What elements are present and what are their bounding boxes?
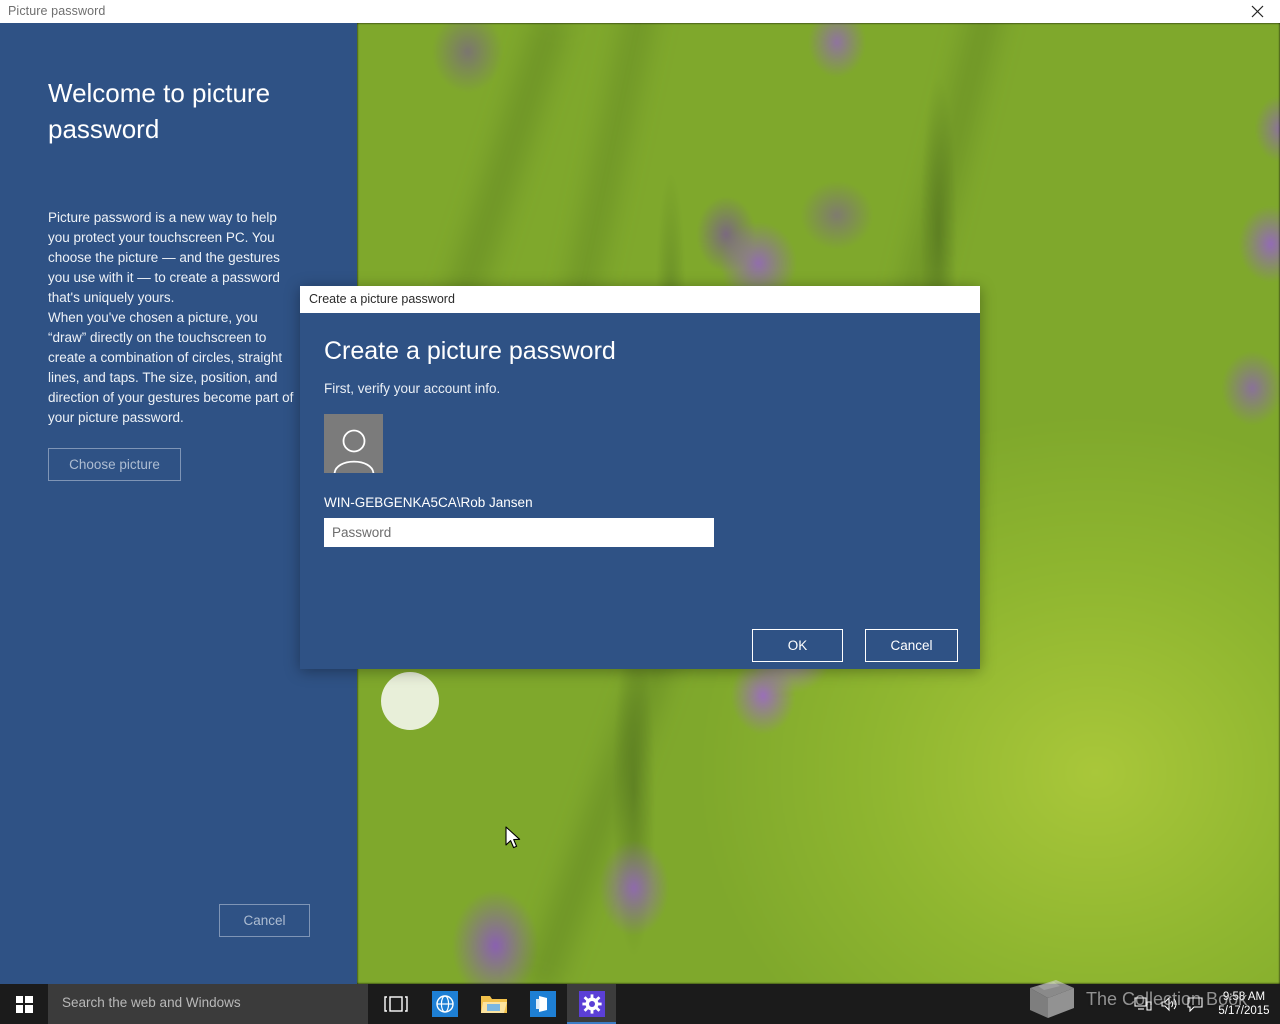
file-explorer-icon[interactable]	[469, 984, 518, 1024]
user-avatar-icon	[324, 414, 383, 473]
dialog-titlebar-title: Create a picture password	[309, 292, 455, 306]
dialog-titlebar: Create a picture password	[300, 286, 980, 313]
dialog-subtitle: First, verify your account info.	[324, 381, 501, 396]
taskbar: Search the web and Windows 9:58 AM 5/17/…	[0, 984, 1280, 1024]
clock-time: 9:58 AM	[1222, 991, 1266, 1003]
dialog-heading: Create a picture password	[324, 337, 616, 365]
password-input[interactable]	[324, 518, 714, 547]
ok-button[interactable]: OK	[752, 629, 843, 662]
choose-picture-button[interactable]: Choose picture	[48, 448, 181, 481]
edge-browser-icon[interactable]	[420, 984, 469, 1024]
close-icon[interactable]	[1234, 0, 1280, 23]
taskbar-clock[interactable]: 9:58 AM 5/17/2015	[1208, 990, 1280, 1018]
volume-icon[interactable]	[1156, 984, 1182, 1024]
page-title: Welcome to picture password	[48, 78, 271, 144]
search-placeholder: Search the web and Windows	[62, 995, 241, 1010]
settings-gear-icon[interactable]	[567, 984, 616, 1024]
window-titlebar: Picture password	[0, 0, 1280, 23]
intro-paragraph-1: Picture password is a new way to help yo…	[48, 210, 280, 305]
account-name: WIN-GEBGENKA5CA\Rob Jansen	[324, 495, 533, 510]
clock-date: 5/17/2015	[1218, 1005, 1270, 1017]
intro-paragraph-2: When you've chosen a picture, you “draw”…	[48, 310, 294, 425]
windows-start-icon[interactable]	[0, 984, 48, 1024]
store-icon[interactable]	[518, 984, 567, 1024]
task-view-icon[interactable]	[371, 984, 420, 1024]
search-input[interactable]: Search the web and Windows	[48, 984, 368, 1024]
create-picture-password-dialog: Create a picture password Create a pictu…	[300, 286, 980, 669]
gesture-touch-indicator	[381, 672, 439, 730]
screen: Welcome to picture password Picture pass…	[0, 0, 1280, 1024]
action-center-icon[interactable]	[1182, 984, 1208, 1024]
dialog-cancel-button[interactable]: Cancel	[865, 629, 958, 662]
window-title: Picture password	[8, 4, 106, 18]
system-tray: 9:58 AM 5/17/2015	[1130, 984, 1280, 1024]
dialog-body: Create a picture password First, verify …	[300, 313, 980, 669]
network-icon[interactable]	[1130, 984, 1156, 1024]
panel-cancel-button[interactable]: Cancel	[219, 904, 310, 937]
